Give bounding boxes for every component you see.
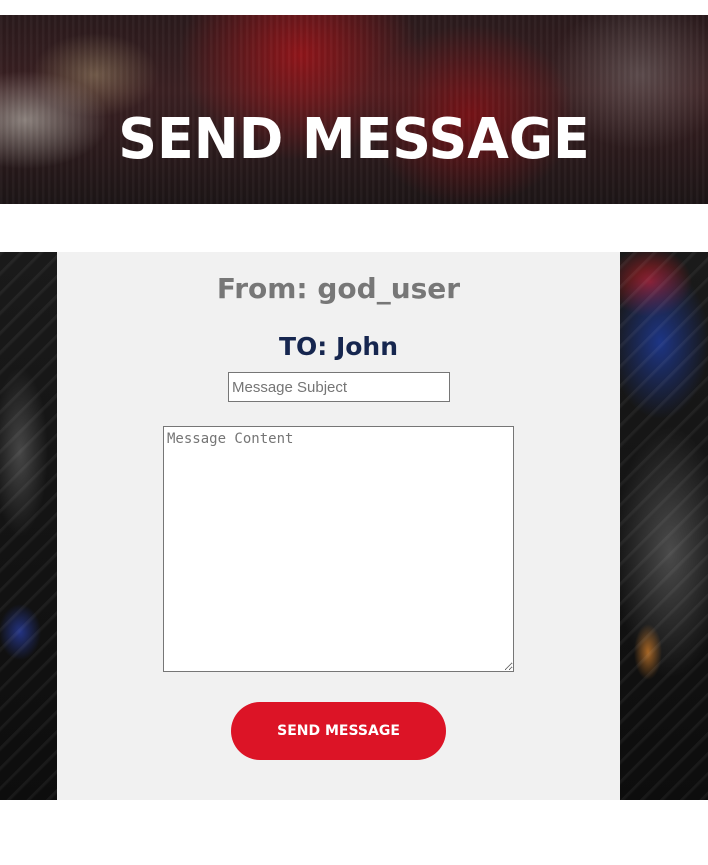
to-label: TO: John: [278, 332, 399, 361]
message-subject-input[interactable]: [228, 372, 450, 402]
message-content-textarea[interactable]: [163, 426, 514, 672]
send-message-button[interactable]: SEND MESSAGE: [231, 702, 446, 760]
form-background-band: From: god_user TO: John SEND MESSAGE: [0, 252, 708, 800]
hero-banner: SEND MESSAGE: [0, 15, 708, 204]
from-label: From: god_user: [216, 272, 461, 305]
message-form-card: From: god_user TO: John SEND MESSAGE: [57, 252, 620, 800]
page-title: SEND MESSAGE: [118, 106, 590, 172]
